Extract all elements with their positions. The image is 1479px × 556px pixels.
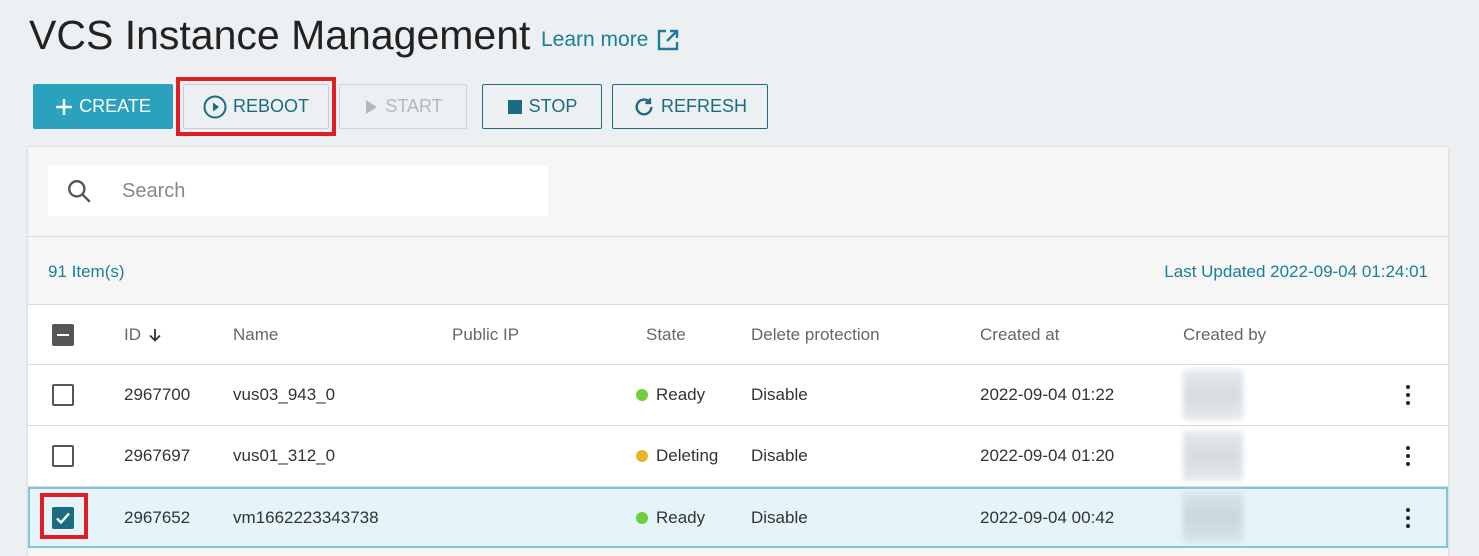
stop-button[interactable]: STOP [482,84,602,129]
plus-icon [56,98,73,115]
instance-id: 2967700 [124,385,191,404]
page-title: VCS Instance Management [29,12,531,58]
more-options-icon[interactable] [1405,446,1411,466]
column-header-created-at[interactable]: Created at [980,305,1059,364]
state-label: Ready [656,507,706,527]
instance-name: vus01_312_0 [233,446,336,465]
external-link-icon [658,29,679,51]
instance-id: 2967697 [124,446,191,465]
instance-name: vm1662223343738 [233,507,379,527]
stop-icon [507,99,522,114]
column-header-id-label: ID [124,324,141,344]
play-circle-icon [203,95,227,118]
created-at: 2022-09-04 00:42 [980,507,1115,527]
arrow-down-icon [149,328,161,342]
instance-state: Ready [636,489,705,546]
table-header: ID Name Public IP State Delete protectio… [28,304,1448,365]
status-dot [636,389,648,401]
column-header-delete-protection[interactable]: Delete protection [751,305,880,364]
delete-protection: Disable [751,446,808,465]
created-by-blurred [1183,370,1243,420]
instance-panel: 91 Item(s) Last Updated 2022-09-04 01:24… [28,147,1448,556]
start-button[interactable]: START [339,84,467,129]
column-header-name[interactable]: Name [233,305,278,364]
row-checkbox[interactable] [52,445,74,467]
refresh-button[interactable]: REFRESH [612,84,768,129]
column-header-state[interactable]: State [646,305,686,364]
refresh-icon [635,97,653,115]
more-options-icon[interactable] [1405,507,1411,528]
instance-table: ID Name Public IP State Delete protectio… [28,304,1448,548]
learn-more-link[interactable]: Learn more [541,28,680,52]
status-dot [636,511,648,524]
start-button-label: START [385,96,443,116]
column-header-created-by[interactable]: Created by [1183,305,1266,364]
instance-state: Ready [636,365,705,425]
search-box[interactable] [48,166,548,216]
row-checkbox-checked[interactable] [52,506,74,529]
created-by-blurred [1183,492,1243,542]
refresh-button-label: REFRESH [660,96,747,116]
state-label: Deleting [656,446,719,465]
column-header-public-ip[interactable]: Public IP [452,305,519,364]
last-updated: Last Updated 2022-09-04 01:24:01 [1164,262,1428,281]
created-by-blurred [1183,431,1243,481]
table-row[interactable]: 2967697 vus01_312_0 Deleting Disable 202… [28,426,1448,487]
reboot-button-label: REBOOT [232,96,309,116]
reboot-button[interactable]: REBOOT [183,84,329,129]
instance-name: vus03_943_0 [233,385,336,404]
search-icon [68,180,91,203]
table-row[interactable]: 2967700 vus03_943_0 Ready Disable 2022-0… [28,365,1448,426]
create-button-label: CREATE [79,96,151,116]
created-at: 2022-09-04 01:20 [980,446,1115,465]
divider [28,236,1448,237]
search-input[interactable] [122,179,522,203]
column-header-id[interactable]: ID [124,305,163,364]
more-options-icon[interactable] [1405,385,1411,405]
play-icon [366,99,378,114]
create-button[interactable]: CREATE [33,84,173,129]
item-count: 91 Item(s) [48,262,125,281]
instance-id: 2967652 [124,507,191,527]
checkmark-icon [56,512,70,524]
delete-protection: Disable [751,385,808,404]
stop-button-label: STOP [528,96,578,116]
status-dot [636,450,648,462]
delete-protection: Disable [751,507,808,527]
learn-more-label: Learn more [541,28,649,51]
table-row-selected[interactable]: 2967652 vm1662223343738 Ready Disable 20… [28,487,1448,548]
select-all-checkbox[interactable] [52,323,74,346]
state-label: Ready [656,385,706,404]
row-checkbox[interactable] [52,384,74,406]
created-at: 2022-09-04 01:22 [980,385,1115,404]
instance-state: Deleting [636,426,718,486]
